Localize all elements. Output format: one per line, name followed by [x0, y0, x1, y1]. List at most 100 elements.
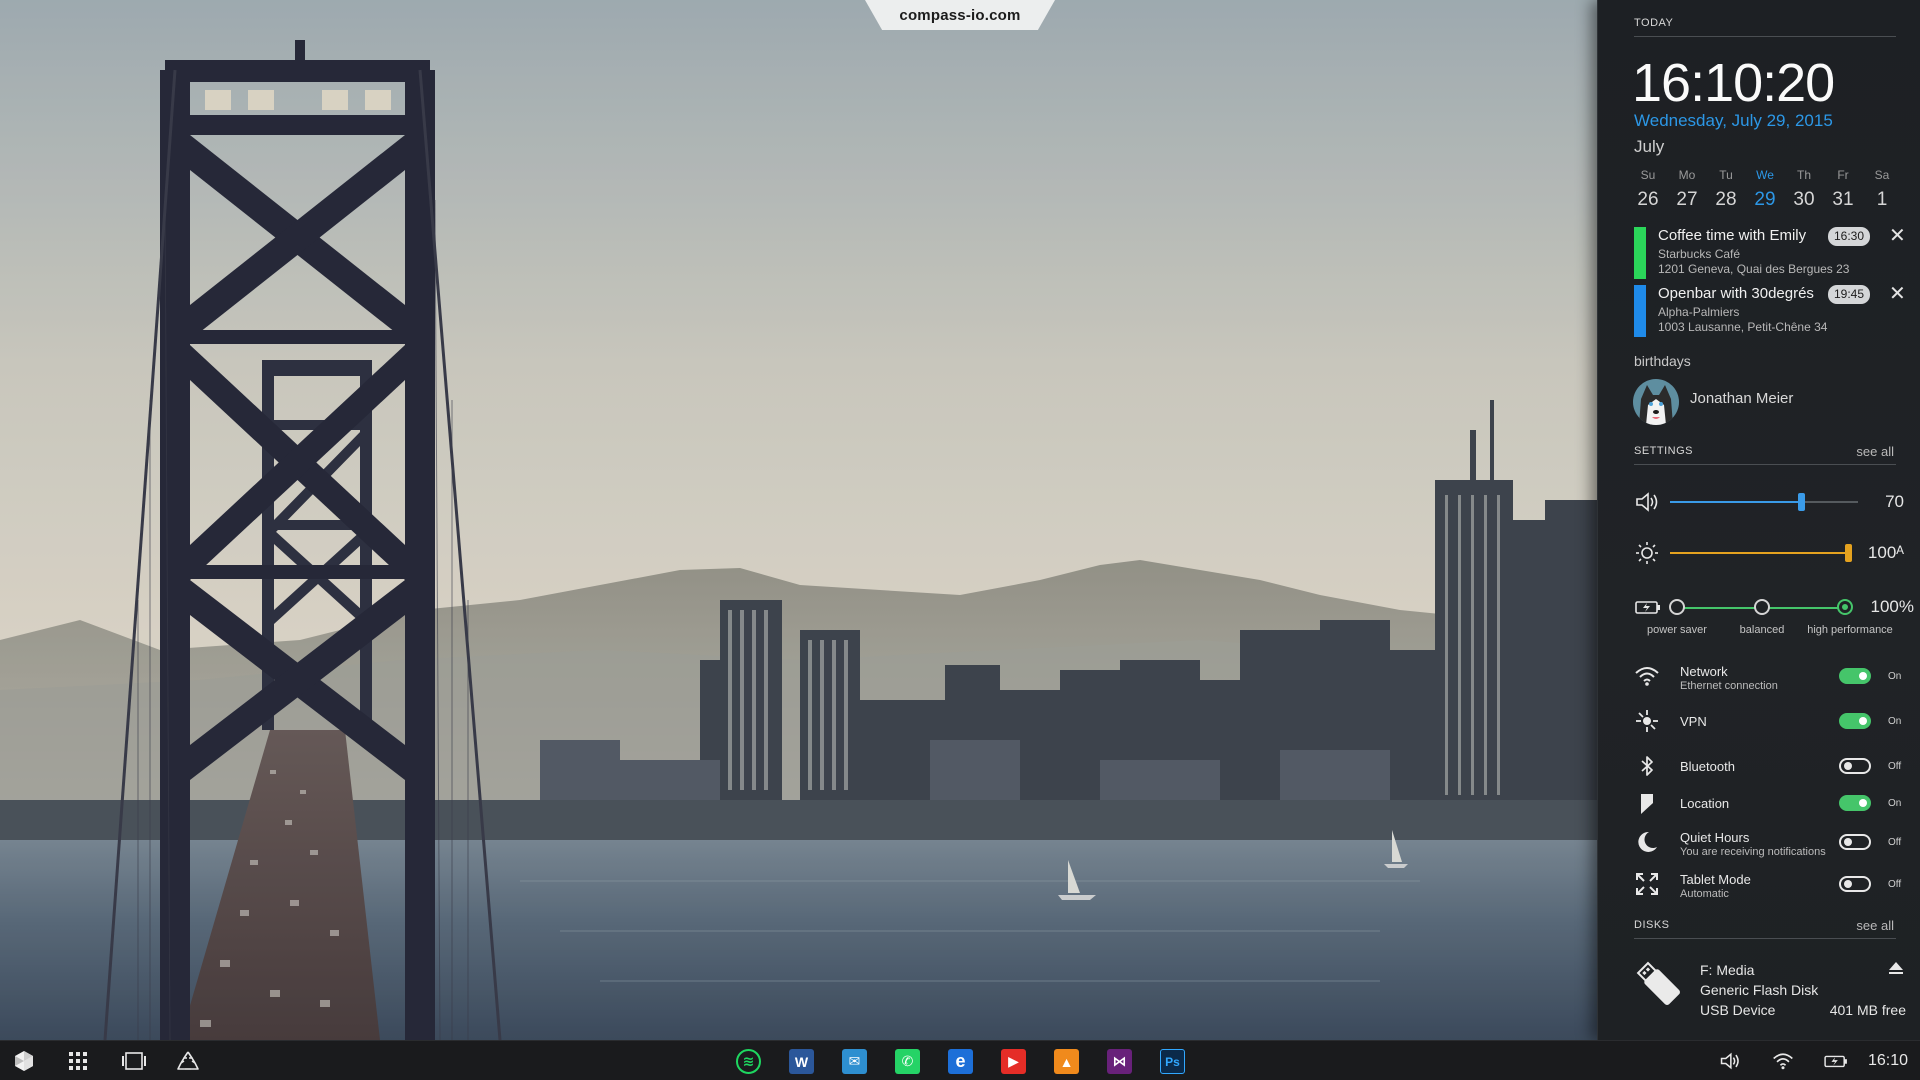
sun-icon[interactable] [1634, 540, 1660, 566]
close-icon[interactable]: ✕ [1889, 226, 1906, 246]
vlc-glyph: ▲ [1059, 1053, 1074, 1070]
visual-studio-app-icon[interactable]: ⋈ [1107, 1049, 1132, 1074]
tray-network-button[interactable] [1761, 1041, 1805, 1080]
calendar-day-number: 28 [1715, 189, 1737, 210]
high-performance-option[interactable] [1837, 599, 1853, 615]
tablet-mode-label: Tablet Mode [1680, 872, 1751, 887]
event-place: Starbucks Café [1658, 247, 1741, 261]
taskbar-clock[interactable]: 16:10 [1868, 1052, 1908, 1070]
switch-knob [1859, 799, 1867, 807]
volume-value: 70 [1885, 492, 1904, 511]
tray-battery-button[interactable] [1814, 1041, 1858, 1080]
mail-app-icon[interactable]: ✉ [842, 1049, 867, 1074]
battery-icon [1635, 601, 1660, 614]
close-icon[interactable]: ✕ [1889, 284, 1906, 304]
vpn-state: On [1888, 716, 1902, 727]
disks-see-all-link[interactable]: see all [1856, 918, 1894, 933]
switch-knob [1844, 838, 1852, 846]
usb-drive-icon [1636, 961, 1680, 1005]
avatar[interactable] [1633, 379, 1679, 425]
brightness-value: 100ᴬ [1867, 543, 1904, 562]
brightness-slider[interactable] [1670, 544, 1852, 562]
whatsapp-app-icon[interactable]: ✆ [895, 1049, 920, 1074]
vpn-icon [1636, 710, 1658, 732]
tablet-mode-switch[interactable] [1839, 876, 1871, 892]
calendar-day-today[interactable]: We 29 [1751, 168, 1779, 211]
desktop-wallpaper [0, 0, 1600, 1040]
battery-icon [1824, 1055, 1847, 1068]
bluetooth-icon [1641, 756, 1653, 776]
network-switch[interactable] [1839, 668, 1871, 684]
event-time-badge: 16:30 [1828, 227, 1870, 246]
power-saver-option[interactable] [1669, 599, 1685, 615]
edge-app-icon[interactable]: e [948, 1049, 973, 1074]
calendar-day-number: 26 [1637, 189, 1659, 210]
network-label: Network [1680, 664, 1728, 679]
all-apps-button[interactable] [56, 1041, 100, 1080]
power-value: 100% [1870, 597, 1914, 616]
wifi-icon [1773, 1053, 1793, 1070]
speaker-icon[interactable] [1634, 489, 1660, 515]
disk-item[interactable]: F: Media Generic Flash Disk USB Device 4… [1634, 955, 1906, 1018]
youtube-app-icon[interactable]: ▶ [1001, 1049, 1026, 1074]
calendar-day[interactable]: Mo 27 [1673, 168, 1701, 211]
switch-knob [1859, 672, 1867, 680]
power-mode-row: power saver balanced high performance 10… [1634, 594, 1914, 654]
quiet-hours-state: Off [1888, 837, 1902, 848]
tablet-mode-state: Off [1888, 879, 1902, 890]
moon-icon [1638, 831, 1657, 852]
start-button[interactable] [2, 1041, 46, 1080]
calendar-day-of-week: Tu [1719, 168, 1733, 182]
husky-avatar-icon [1633, 379, 1679, 425]
volume-slider[interactable] [1670, 493, 1858, 511]
settings-label: SETTINGS [1634, 445, 1694, 457]
bluetooth-switch[interactable] [1839, 758, 1871, 774]
calendar-day[interactable]: Tu 28 [1712, 168, 1740, 211]
taskbar: ≋ W ✉ ✆ e ▶ ▲ ⋈ Ps 16:10 [0, 1040, 1920, 1080]
birthday-name[interactable]: Jonathan Meier [1690, 390, 1793, 407]
eject-icon[interactable] [1888, 960, 1904, 976]
vpn-switch[interactable] [1839, 713, 1871, 729]
calendar-day[interactable]: Fr 31 [1829, 168, 1857, 211]
bluetooth-state: Off [1888, 761, 1902, 772]
spotify-app-icon[interactable]: ≋ [736, 1049, 761, 1074]
high-performance-label: high performance [1807, 624, 1893, 636]
vpn-label: VPN [1680, 714, 1707, 729]
event-place: Alpha-Palmiers [1658, 305, 1740, 319]
balanced-label: balanced [1739, 624, 1785, 636]
disks-label: DISKS [1634, 919, 1670, 931]
calendar-event[interactable]: Openbar with 30degrés Alpha-Palmiers 100… [1634, 284, 1906, 337]
calendar-day[interactable]: Th 30 [1790, 168, 1818, 211]
calendar-day[interactable]: Sa 1 [1868, 168, 1896, 211]
visual-studio-glyph: ⋈ [1112, 1053, 1127, 1069]
task-view-button[interactable] [112, 1041, 156, 1080]
volume-slider-thumb[interactable] [1798, 493, 1805, 511]
apps-grid-icon [69, 1052, 87, 1070]
power-saver-label: power saver [1647, 624, 1707, 636]
calendar-event[interactable]: Coffee time with Emily Starbucks Café 12… [1634, 226, 1906, 279]
location-state: On [1888, 798, 1902, 809]
photoshop-app-icon[interactable]: Ps [1160, 1049, 1185, 1074]
settings-see-all-link[interactable]: see all [1856, 444, 1894, 459]
disk-free-space: 401 MB free [1829, 1002, 1906, 1018]
calendar-day-number: 29 [1754, 189, 1776, 210]
balanced-option[interactable] [1754, 599, 1770, 615]
recycle-bin-button[interactable] [166, 1041, 210, 1080]
calendar-day-of-week: Fr [1837, 168, 1849, 182]
edge-glyph: e [955, 1051, 966, 1071]
word-app-icon[interactable]: W [789, 1049, 814, 1074]
task-view-icon [122, 1052, 146, 1070]
calendar-day[interactable]: Su 26 [1634, 168, 1662, 211]
switch-knob [1844, 762, 1852, 770]
location-switch[interactable] [1839, 795, 1871, 811]
network-toggle-row: Network Ethernet connection On [1634, 660, 1914, 694]
tray-volume-button[interactable] [1708, 1041, 1752, 1080]
quiet-hours-switch[interactable] [1839, 834, 1871, 850]
brightness-slider-thumb[interactable] [1845, 544, 1852, 562]
clock-date[interactable]: Wednesday, July 29, 2015 [1634, 111, 1833, 131]
disks-section-header: DISKS see all [1634, 918, 1896, 939]
vlc-app-icon[interactable]: ▲ [1054, 1049, 1079, 1074]
site-badge: compass-io.com [865, 0, 1055, 30]
spotify-glyph: ≋ [742, 1053, 755, 1069]
brightness-row: 100ᴬ [1634, 538, 1904, 568]
